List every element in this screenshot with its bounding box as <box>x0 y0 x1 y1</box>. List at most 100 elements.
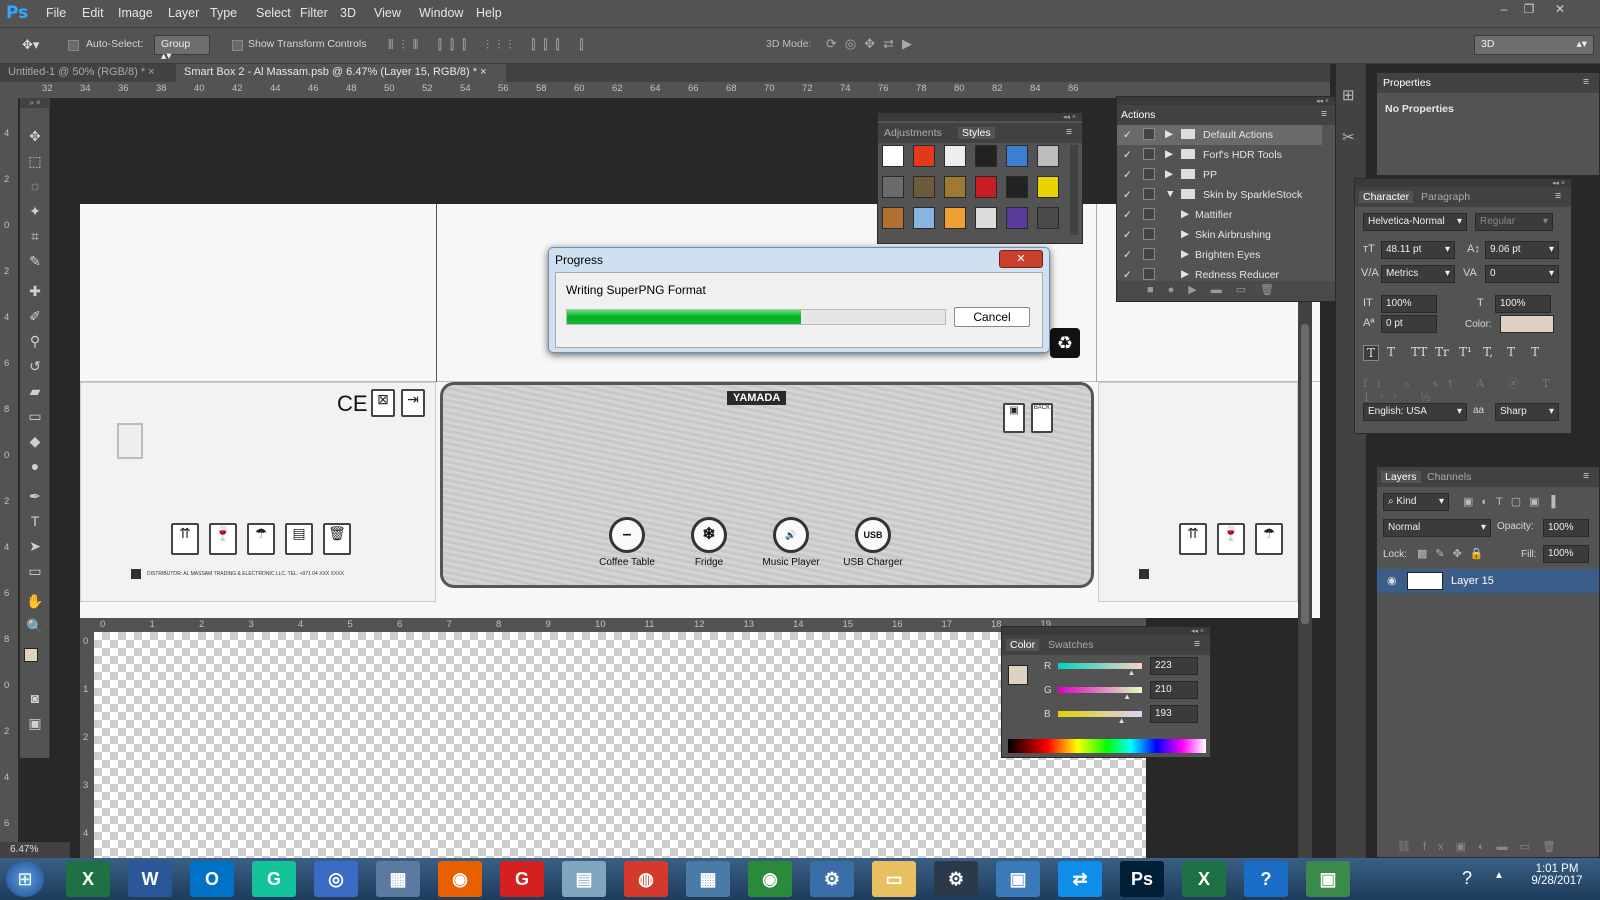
panel-menu-icon[interactable]: ≡ <box>1583 76 1589 88</box>
tab-channels[interactable]: Channels <box>1427 471 1471 483</box>
action-toggle-icon[interactable] <box>1143 188 1155 200</box>
panel-menu-icon[interactable]: ≡ <box>1583 470 1589 482</box>
align-icons[interactable]: ⫴⫶⫴ ⫿⫿⫿ ⫶⫶⫶ ⫿⫿⫿ ⫿ <box>388 37 592 53</box>
action-check-icon[interactable]: ✓ <box>1123 269 1132 281</box>
gradient-tool-icon[interactable]: ▭ <box>25 406 45 426</box>
workspace-dropdown[interactable]: 3D ▴▾ <box>1474 35 1594 55</box>
style-swatch[interactable] <box>1006 176 1028 198</box>
action-check-icon[interactable]: ✓ <box>1123 229 1132 241</box>
blur-tool-icon[interactable]: ◆ <box>25 431 45 451</box>
text-color-swatch[interactable] <box>1500 315 1554 333</box>
action-row[interactable]: ✓ ▶ Default Actions <box>1117 125 1322 145</box>
action-toggle-icon[interactable] <box>1143 128 1155 140</box>
tab-smart-box[interactable]: Smart Box 2 - Al Massam.psb @ 6.47% (Lay… <box>176 64 506 82</box>
action-toggle-icon[interactable] <box>1143 248 1155 260</box>
auto-select-checkbox[interactable] <box>68 40 79 51</box>
channel-slider[interactable]: ▲ <box>1058 687 1142 701</box>
text-style-button[interactable]: T <box>1531 345 1539 359</box>
menu-filter[interactable]: Filter <box>300 6 328 20</box>
vertical-scale-field[interactable]: 100% <box>1381 295 1437 313</box>
action-row[interactable]: ✓ ▼ Skin by SparkleStock <box>1117 185 1322 205</box>
kerning-field[interactable]: Metrics ▾ <box>1381 265 1455 283</box>
zoom-tool-icon[interactable]: 🔍 <box>25 616 45 636</box>
color-spectrum[interactable] <box>1008 739 1206 753</box>
minimize-button[interactable]: – <box>1492 2 1516 20</box>
layer-row[interactable]: ◉ Layer 15 <box>1377 569 1599 593</box>
marquee-tool-icon[interactable]: ⬚ <box>25 151 45 171</box>
action-check-icon[interactable]: ✓ <box>1123 209 1132 221</box>
style-swatch[interactable] <box>1006 207 1028 229</box>
taskbar-teamviewer-icon[interactable]: ⇄ <box>1058 861 1102 897</box>
language-select[interactable]: English: USA ▾ <box>1363 403 1467 421</box>
style-swatch[interactable] <box>975 176 997 198</box>
taskbar-chrome-icon[interactable]: ◍ <box>624 861 668 897</box>
move-tool-icon[interactable]: ✥ <box>25 126 45 146</box>
menu-window[interactable]: Window <box>419 6 463 20</box>
channel-slider[interactable]: ▲ <box>1058 663 1142 677</box>
taskbar-remote-icon[interactable]: ▣ <box>1306 861 1350 897</box>
healing-brush-icon[interactable]: ✚ <box>25 281 45 301</box>
menu-image[interactable]: Image <box>118 6 153 20</box>
opacity-field[interactable]: 100% <box>1543 519 1589 537</box>
brush-tool-icon[interactable]: ✐ <box>25 306 45 326</box>
type-tool-icon[interactable]: T <box>25 511 45 531</box>
actions-footer[interactable]: ■●▶▬▭🗑 <box>1117 281 1335 301</box>
history-brush-icon[interactable]: ↺ <box>25 356 45 376</box>
menu-help[interactable]: Help <box>476 6 502 20</box>
collapsed-arrow-icon[interactable]: ▶ <box>1165 148 1173 160</box>
style-swatch[interactable] <box>882 176 904 198</box>
pen-tool-icon[interactable]: ✒ <box>25 486 45 506</box>
taskbar-photoshop-icon[interactable]: Ps <box>1120 861 1164 897</box>
layer-filter-icons[interactable]: ▣◐T▢▣▐ <box>1463 495 1563 508</box>
tools-icon[interactable]: ✂ <box>1342 128 1355 146</box>
text-style-button[interactable]: T, <box>1483 345 1493 359</box>
channel-value[interactable]: 210 <box>1150 681 1198 699</box>
font-style-select[interactable]: Regular ▾ <box>1475 213 1553 231</box>
style-swatch[interactable] <box>944 176 966 198</box>
action-check-icon[interactable]: ✓ <box>1123 129 1132 141</box>
menu-select[interactable]: Select <box>256 6 291 20</box>
taskbar-settings-icon[interactable]: ⚙ <box>810 861 854 897</box>
collapsed-arrow-icon[interactable]: ▶ <box>1165 168 1173 180</box>
fill-field[interactable]: 100% <box>1543 545 1589 563</box>
tab-close-icon[interactable]: × <box>480 66 486 78</box>
tools-collapse-icon[interactable]: » × <box>20 98 50 108</box>
eyedropper-icon[interactable]: ✎ <box>25 251 45 271</box>
antialias-select[interactable]: Sharp ▾ <box>1495 403 1559 421</box>
lock-icons[interactable]: ▩✎✥🔒 <box>1417 547 1492 560</box>
style-swatch[interactable] <box>975 207 997 229</box>
panel-collapse-icon[interactable]: ◂◂ × <box>1117 97 1335 105</box>
tab-color[interactable]: Color <box>1006 639 1040 651</box>
channel-slider[interactable]: ▲ <box>1058 711 1142 725</box>
magic-wand-icon[interactable]: ✦ <box>25 201 45 221</box>
taskbar-gear-icon[interactable]: ⚙ <box>934 861 978 897</box>
layer-filter-select[interactable]: ⌕ Kind ▾ <box>1383 493 1449 511</box>
collapsed-arrow-icon[interactable]: ▶ <box>1181 268 1189 280</box>
path-select-icon[interactable]: ➤ <box>25 536 45 556</box>
horizontal-scale-field[interactable]: 100% <box>1495 295 1551 313</box>
baseline-field[interactable]: 0 pt <box>1381 315 1437 333</box>
stamp-tool-icon[interactable]: ⚲ <box>25 331 45 351</box>
style-swatch[interactable] <box>882 207 904 229</box>
text-style-button[interactable]: TT <box>1411 345 1427 359</box>
color-foreground-swatch[interactable] <box>1008 665 1028 685</box>
zoom-level[interactable]: 6.47% <box>0 842 70 858</box>
tracking-field[interactable]: 0 ▾ <box>1485 265 1559 283</box>
menu-type[interactable]: Type <box>210 6 237 20</box>
opentype-buttons[interactable]: fi ℴ st A ⓐ T 1ˢᵗ ½ <box>1363 375 1563 404</box>
auto-select-dropdown[interactable]: Group ▴▾ <box>154 35 210 62</box>
panel-menu-icon[interactable]: ≡ <box>1321 108 1327 120</box>
taskbar-excel-icon[interactable]: X <box>66 861 110 897</box>
leading-field[interactable]: 9.06 pt ▾ <box>1485 241 1559 259</box>
taskbar-explorer-icon[interactable]: ▭ <box>872 861 916 897</box>
style-swatch[interactable] <box>944 207 966 229</box>
tab-close-icon[interactable]: × <box>148 66 154 78</box>
style-swatch[interactable] <box>975 145 997 167</box>
tab-swatches[interactable]: Swatches <box>1048 639 1094 651</box>
action-row[interactable]: ✓ ▶ Forf's HDR Tools <box>1117 145 1322 165</box>
expanded-arrow-icon[interactable]: ▼ <box>1165 188 1175 200</box>
style-swatch[interactable] <box>882 145 904 167</box>
restore-button[interactable]: ❐ <box>1517 2 1541 20</box>
action-row[interactable]: ✓ ▶ Skin Airbrushing <box>1117 225 1322 245</box>
taskbar-excel-2-icon[interactable]: X <box>1182 861 1226 897</box>
